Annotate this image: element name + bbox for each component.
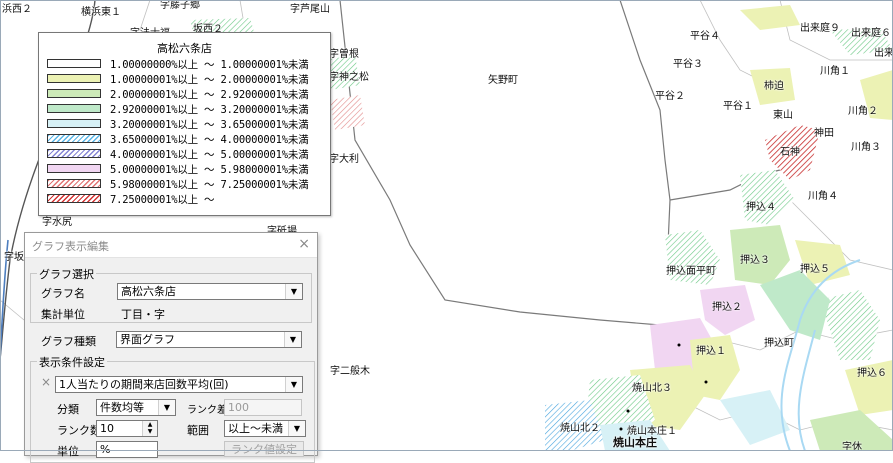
legend-item-label: 3.20000001%以上 ～ 3.65000001%未満 — [110, 119, 309, 131]
legend-swatch — [47, 164, 101, 173]
range-select[interactable]: 以上～未満 ▼ — [224, 420, 306, 437]
map-label: 平谷２ — [655, 91, 685, 102]
rank-count-label: ランク数 — [57, 424, 101, 437]
map-label: 押込４ — [746, 202, 776, 213]
map-label: 川角１ — [820, 66, 850, 77]
range-value: 以上～未満 — [228, 422, 283, 435]
metric-value: 1人当たりの期間来店回数平均(回) — [59, 378, 229, 391]
unit-value: % — [100, 443, 111, 456]
map-label: 東山 — [773, 110, 793, 121]
close-icon[interactable]: × — [298, 236, 310, 252]
map-label: 平谷１ — [723, 101, 753, 112]
map-label: 押込町 — [764, 338, 794, 349]
legend-swatch — [47, 134, 101, 143]
map-label: 押込６ — [857, 368, 887, 379]
graph-type-value: 界面グラフ — [120, 333, 175, 346]
map-label: 字二般木 — [330, 366, 370, 377]
graph-select-group: グラフ選択 グラフ名 高松六条店 ▼ 集計単位 丁目・字 — [30, 266, 312, 323]
display-condition-group: 表示条件設定 × 1人当たりの期間来店回数平均(回) ▼ 分類 件数均等 ▼ ラ… — [30, 354, 315, 463]
legend-item-label: 7.25000001%以上 ～ — [110, 194, 215, 206]
unit-input[interactable]: % — [96, 441, 158, 458]
category-value: 件数均等 — [100, 401, 144, 414]
legend-swatch — [47, 179, 101, 188]
legend-item-label: 4.00000001%以上 ～ 5.00000001%未満 — [110, 149, 309, 161]
map-label: 矢野町 — [488, 75, 518, 86]
stepper-arrows-icon[interactable]: ▲ ▼ — [142, 421, 157, 436]
legend-item-label: 5.00000001%以上 ～ 5.98000001%未満 — [110, 164, 309, 176]
map-label: 押込１ — [696, 346, 726, 357]
rank-count-stepper[interactable]: 10 ▲ ▼ — [96, 420, 158, 437]
map-label: 焼山本庄 — [613, 436, 657, 449]
rank-diff-input[interactable]: 100 — [224, 399, 302, 416]
map-label: 字大利 — [329, 154, 359, 165]
chevron-down-icon[interactable]: ▼ — [285, 284, 302, 299]
map-label: 出来庭９ — [800, 23, 840, 34]
map-label: 川角３ — [851, 142, 881, 153]
range-label: 範囲 — [187, 424, 209, 437]
map-label: 字曽根 — [329, 49, 359, 60]
graph-edit-dialog: グラフ表示編集 × グラフ選択 グラフ名 高松六条店 ▼ 集計単位 丁目・字 グ… — [24, 232, 318, 463]
map-label: 押込５ — [800, 264, 830, 275]
category-select[interactable]: 件数均等 ▼ — [96, 399, 176, 416]
legend-swatch — [47, 89, 101, 98]
map-label: 出来 — [874, 48, 893, 59]
chevron-down-icon[interactable]: ▼ — [285, 377, 302, 392]
rank-diff-label: ランク差 — [187, 405, 227, 416]
map-label: 押込２ — [712, 302, 742, 313]
legend-title: 高松六条店 — [157, 42, 212, 55]
dialog-titlebar[interactable]: グラフ表示編集 × — [25, 233, 317, 258]
legend-swatch — [47, 104, 101, 113]
graph-name-label: グラフ名 — [41, 287, 85, 300]
legend-item-label: 2.00000001%以上 ～ 2.92000001%未満 — [110, 89, 309, 101]
map-label: 平谷３ — [673, 59, 703, 70]
map-label: 字神之松 — [329, 72, 369, 83]
legend-swatch — [47, 149, 101, 158]
legend-panel: 高松六条店 1.00000000%以上 ～ 1.00000001%未満 1.00… — [38, 32, 331, 216]
legend-item-label: 1.00000001%以上 ～ 2.00000001%未満 — [110, 74, 309, 86]
map-label: 押込３ — [740, 255, 770, 266]
unit-label: 集計単位 — [41, 308, 85, 321]
chevron-down-icon[interactable]: ▼ — [284, 332, 301, 347]
map-label: 焼山北２ — [560, 423, 600, 434]
legend-swatch — [47, 194, 101, 203]
dialog-title: グラフ表示編集 — [32, 240, 109, 253]
graph-type-select[interactable]: 界面グラフ ▼ — [116, 331, 302, 348]
legend-item-label: 5.98000001%以上 ～ 7.25000001%未満 — [110, 179, 309, 191]
rank-value-settings-button[interactable]: ランク値設定 — [224, 441, 304, 457]
legend-swatch — [47, 119, 101, 128]
chevron-down-icon[interactable]: ▼ — [158, 400, 175, 415]
graph-name-value: 高松六条店 — [121, 285, 176, 298]
group-caption: 表示条件設定 — [37, 354, 107, 370]
map-label: 平谷４ — [690, 31, 720, 42]
graph-name-select[interactable]: 高松六条店 ▼ — [117, 283, 303, 300]
map-label: 川角２ — [848, 106, 878, 117]
map-label: 字芦尾山 — [290, 4, 330, 15]
map-label: 浜西２ — [2, 4, 32, 15]
legend-swatch — [47, 74, 101, 83]
unit-label: 単位 — [57, 445, 79, 458]
map-label: 出来庭６ — [851, 28, 891, 39]
legend-item-label: 2.92000001%以上 ～ 3.20000001%未満 — [110, 104, 309, 116]
map-label: 焼山北３ — [632, 383, 672, 394]
graph-type-label: グラフ種類 — [41, 335, 96, 348]
map-label: 字藤子郷 — [160, 0, 200, 11]
map-label: 横浜東１ — [81, 7, 121, 18]
legend-item-label: 1.00000000%以上 ～ 1.00000001%未満 — [110, 59, 309, 71]
map-label: 柿迫 — [764, 81, 784, 92]
category-label: 分類 — [57, 403, 79, 416]
legend-item-label: 3.65000001%以上 ～ 4.00000001%未満 — [110, 134, 309, 146]
chevron-down-icon[interactable]: ▼ — [288, 421, 305, 436]
map-label: 石神 — [780, 147, 800, 158]
unit-value: 丁目・字 — [121, 308, 165, 321]
rank-count-value: 10 — [100, 422, 114, 435]
rank-diff-value: 100 — [228, 401, 249, 414]
map-label: 川角４ — [808, 191, 838, 202]
map-label: 字坂 — [4, 252, 24, 263]
map-label: 神田 — [814, 128, 834, 139]
checkbox-icon[interactable]: × — [41, 375, 51, 389]
group-caption: グラフ選択 — [37, 266, 96, 282]
metric-select[interactable]: 1人当たりの期間来店回数平均(回) ▼ — [55, 376, 303, 393]
map-label: 押込面平町 — [666, 266, 716, 277]
legend-swatch — [47, 59, 101, 68]
